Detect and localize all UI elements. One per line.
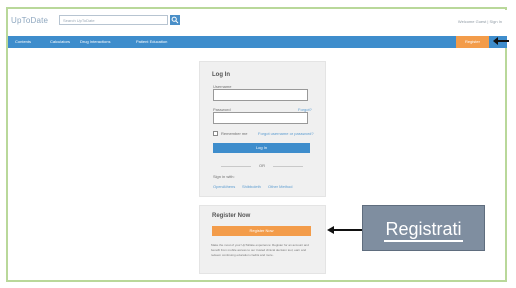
nav-register-button[interactable]: Register (456, 36, 489, 48)
search-input[interactable]: Search UpToDate (59, 15, 168, 25)
divider-label: OR (259, 163, 265, 168)
login-button[interactable]: Log In (213, 143, 310, 153)
sign-in-with-label: Sign in with: (213, 174, 235, 179)
search-icon (171, 16, 179, 24)
username-field[interactable] (213, 89, 308, 101)
nav-item-contents[interactable]: Contents (15, 39, 31, 44)
registration-callout: Registrati (362, 205, 485, 251)
provider-openathens-link[interactable]: OpenAthens (213, 184, 235, 189)
account-links[interactable]: Welcome Guest | Sign In (458, 19, 502, 24)
top-register-arrow-icon (493, 37, 509, 45)
divider-right (273, 166, 303, 167)
nav-item-drug-interactions[interactable]: Drug Interactions (80, 39, 110, 44)
forgot-password-link[interactable]: Forgot username or password? (258, 131, 314, 136)
register-description: Make the most of your UpToDate experienc… (211, 243, 309, 257)
callout-arrow-icon (327, 226, 363, 234)
app-logo[interactable]: UpToDate (11, 16, 48, 25)
nav-item-patient-education[interactable]: Patient Education (136, 39, 167, 44)
divider-left (221, 166, 251, 167)
remember-label: Remember me (221, 131, 248, 136)
remember-checkbox[interactable] (213, 131, 218, 136)
provider-shibboleth-link[interactable]: Shibboleth (242, 184, 261, 189)
search-button[interactable] (170, 15, 180, 25)
callout-label: Registrati (384, 220, 463, 242)
login-title: Log In (212, 72, 230, 78)
password-field[interactable] (213, 112, 308, 124)
register-title: Register Now (212, 213, 251, 219)
nav-item-calculators[interactable]: Calculators (50, 39, 70, 44)
register-button[interactable]: Register Now (212, 226, 311, 236)
provider-other-link[interactable]: Other Method (268, 184, 292, 189)
